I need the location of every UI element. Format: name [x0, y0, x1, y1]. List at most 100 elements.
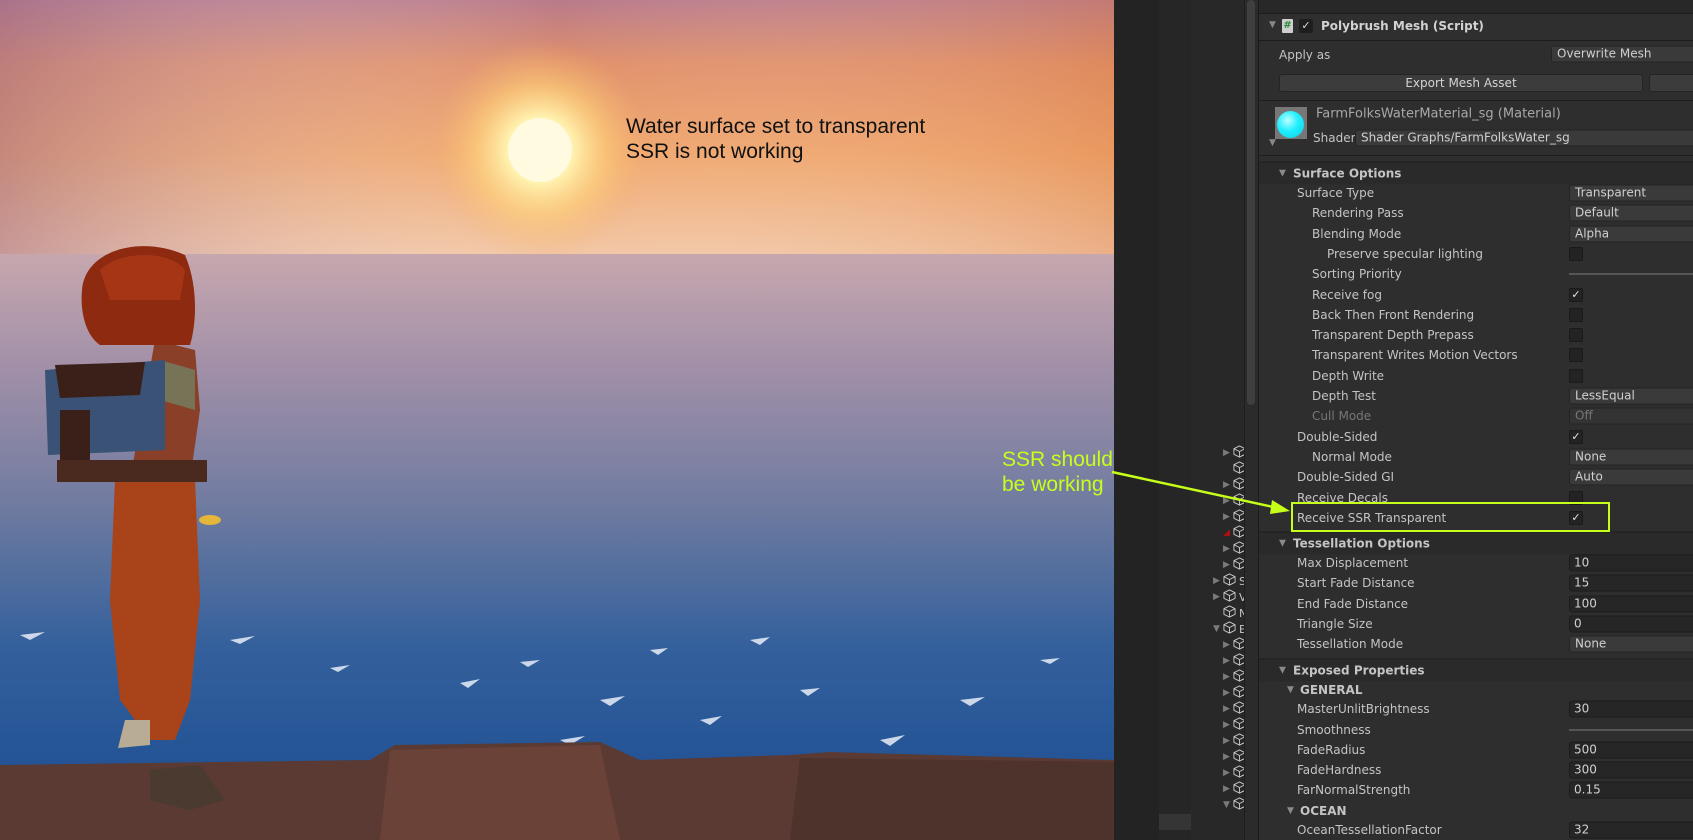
- hierarchy-item[interactable]: ▶: [1223, 493, 1244, 509]
- section-header-exposed-properties[interactable]: ▼ Exposed Properties: [1259, 658, 1693, 682]
- fadehardness-field[interactable]: 300: [1569, 761, 1693, 779]
- farnormalstrength-field[interactable]: 0.15: [1569, 781, 1693, 799]
- transparent-writes-motion-vectors-checkbox[interactable]: [1569, 348, 1583, 363]
- oceantessellationfactor-label: OceanTessellationFactor: [1297, 823, 1442, 838]
- cube-icon: [1233, 701, 1244, 717]
- foldout-arrow-icon[interactable]: ▼: [1269, 138, 1276, 148]
- expand-arrow-icon[interactable]: ▶: [1213, 592, 1223, 602]
- expand-arrow-icon[interactable]: ▶: [1223, 688, 1233, 698]
- editor-panel-gap: [1114, 0, 1159, 840]
- hierarchy-item[interactable]: ▶: [1223, 509, 1244, 525]
- start-fade-distance-field[interactable]: 15: [1569, 574, 1693, 592]
- hierarchy-item[interactable]: ▶ V: [1213, 589, 1244, 605]
- hierarchy-item[interactable]: ▶: [1223, 717, 1244, 733]
- expand-arrow-icon[interactable]: ▶: [1223, 736, 1233, 746]
- section-header-surface-options[interactable]: ▼ Surface Options: [1259, 161, 1693, 185]
- double-sided-gi-dropdown[interactable]: Auto: [1569, 468, 1693, 486]
- expand-arrow-icon[interactable]: ▶: [1223, 704, 1233, 714]
- expand-arrow-icon[interactable]: ▶: [1223, 768, 1233, 778]
- depth-write-checkbox[interactable]: [1569, 368, 1583, 383]
- hierarchy-item[interactable]: ▶: [1223, 669, 1244, 685]
- expand-arrow-icon[interactable]: ▶: [1223, 672, 1233, 682]
- faderadius-field[interactable]: 500: [1569, 741, 1693, 759]
- hierarchy-item[interactable]: ▶: [1223, 541, 1244, 557]
- expand-arrow-icon[interactable]: ▶: [1223, 448, 1233, 458]
- smoothness-slider[interactable]: [1569, 728, 1693, 731]
- smoothness-label: Smoothness: [1297, 722, 1371, 737]
- rendering-pass-dropdown[interactable]: Default: [1569, 204, 1693, 222]
- hierarchy-item[interactable]: ▶: [1223, 445, 1244, 461]
- triangle-size-field[interactable]: 0: [1569, 615, 1693, 633]
- apply-as-dropdown[interactable]: Overwrite Mesh: [1551, 45, 1693, 63]
- hierarchy-item[interactable]: N: [1213, 605, 1244, 621]
- hierarchy-item[interactable]: ▶: [1223, 685, 1244, 701]
- preserve-specular-lighting-checkbox[interactable]: [1569, 246, 1583, 261]
- expand-arrow-icon[interactable]: ▶: [1223, 784, 1233, 794]
- hierarchy-item[interactable]: ▶: [1223, 557, 1244, 573]
- end-fade-distance-field[interactable]: 100: [1569, 595, 1693, 613]
- expand-arrow-icon[interactable]: ▶: [1223, 752, 1233, 762]
- normal-mode-dropdown[interactable]: None: [1569, 448, 1693, 466]
- hierarchy-item[interactable]: ▶: [1223, 477, 1244, 493]
- cube-icon: [1233, 765, 1244, 781]
- hierarchy-item[interactable]: [1223, 461, 1244, 477]
- hierarchy-item[interactable]: ▶: [1223, 701, 1244, 717]
- foldout-arrow-icon[interactable]: ▼: [1279, 539, 1286, 549]
- hierarchy-item[interactable]: ▼: [1223, 797, 1244, 813]
- expand-arrow-icon[interactable]: ▶: [1223, 720, 1233, 730]
- hierarchy-item[interactable]: ▼ E: [1213, 621, 1244, 637]
- hierarchy-item[interactable]: ▶: [1223, 733, 1244, 749]
- foldout-arrow-icon[interactable]: ▼: [1279, 665, 1286, 675]
- cube-icon: [1233, 461, 1244, 477]
- expand-arrow-icon[interactable]: ▼: [1223, 800, 1233, 810]
- warning-icon[interactable]: ◢: [1223, 528, 1233, 538]
- shader-dropdown[interactable]: Shader Graphs/FarmFolksWater_sg: [1355, 129, 1693, 147]
- game-view[interactable]: Water surface set to transparent SSR is …: [0, 0, 1114, 840]
- transparent-depth-prepass-checkbox[interactable]: [1569, 328, 1583, 343]
- foldout-arrow-icon[interactable]: ▼: [1287, 806, 1294, 816]
- receive-fog-checkbox[interactable]: ✓: [1569, 287, 1583, 302]
- expand-arrow-icon[interactable]: ▶: [1223, 560, 1233, 570]
- masterunlitbrightness-field[interactable]: 30: [1569, 700, 1693, 718]
- expand-arrow-icon[interactable]: ▶: [1223, 480, 1233, 490]
- secondary-button[interactable]: [1649, 74, 1693, 92]
- component-enabled-checkbox[interactable]: ✓: [1299, 19, 1313, 33]
- hierarchy-scrollbar-thumb[interactable]: [1247, 0, 1255, 405]
- receive-fog-label: Receive fog: [1312, 287, 1382, 302]
- hierarchy-item[interactable]: ▶: [1223, 637, 1244, 653]
- hierarchy-item[interactable]: ◢: [1223, 525, 1244, 541]
- masterunlitbrightness-label: MasterUnlitBrightness: [1297, 702, 1430, 717]
- sorting-priority-slider[interactable]: [1569, 273, 1693, 276]
- double-sided-checkbox[interactable]: ✓: [1569, 429, 1583, 444]
- expand-arrow-icon[interactable]: ▼: [1213, 624, 1223, 634]
- component-header[interactable]: ▼ # ✓ Polybrush Mesh (Script): [1259, 14, 1693, 41]
- cube-icon: [1233, 445, 1244, 461]
- tessellation-mode-dropdown[interactable]: None: [1569, 635, 1693, 653]
- expand-arrow-icon[interactable]: ▶: [1223, 544, 1233, 554]
- export-mesh-asset-button[interactable]: Export Mesh Asset: [1279, 74, 1643, 92]
- hierarchy-item[interactable]: ▶: [1223, 765, 1244, 781]
- section-header-tessellation-options[interactable]: ▼ Tessellation Options: [1259, 531, 1693, 555]
- expand-arrow-icon[interactable]: ▶: [1223, 496, 1233, 506]
- section-title: Exposed Properties: [1293, 663, 1425, 678]
- oceantessellationfactor-field[interactable]: 32: [1569, 821, 1693, 839]
- tessellation-mode-label: Tessellation Mode: [1297, 637, 1404, 652]
- hierarchy-item[interactable]: ▶: [1223, 749, 1244, 765]
- max-displacement-field[interactable]: 10: [1569, 554, 1693, 572]
- expand-arrow-icon[interactable]: ▶: [1223, 512, 1233, 522]
- depth-test-dropdown[interactable]: LessEqual: [1569, 387, 1693, 405]
- expand-arrow-icon[interactable]: ▶: [1213, 576, 1223, 586]
- foldout-arrow-icon[interactable]: ▼: [1287, 685, 1294, 695]
- surface-type-dropdown[interactable]: Transparent: [1569, 184, 1693, 202]
- blending-mode-dropdown[interactable]: Alpha: [1569, 225, 1693, 243]
- foldout-arrow-icon[interactable]: ▼: [1279, 169, 1286, 179]
- cube-icon: [1233, 781, 1244, 797]
- foldout-arrow-icon[interactable]: ▼: [1269, 20, 1276, 30]
- back-then-front-rendering-checkbox[interactable]: [1569, 307, 1583, 322]
- hierarchy-panel: ▶ ▶ ▶ ▶ ◢ ▶ ▶ ▶ S ▶ V N ▼ E ▶ ▶ ▶ ▶ ▶ ▶ ▶ ▶ ▶ ▶ ▼: [1191, 0, 1244, 840]
- expand-arrow-icon[interactable]: ▶: [1223, 640, 1233, 650]
- hierarchy-item[interactable]: ▶: [1223, 653, 1244, 669]
- expand-arrow-icon[interactable]: ▶: [1223, 656, 1233, 666]
- hierarchy-item[interactable]: ▶ S: [1213, 573, 1244, 589]
- hierarchy-item[interactable]: ▶: [1223, 781, 1244, 797]
